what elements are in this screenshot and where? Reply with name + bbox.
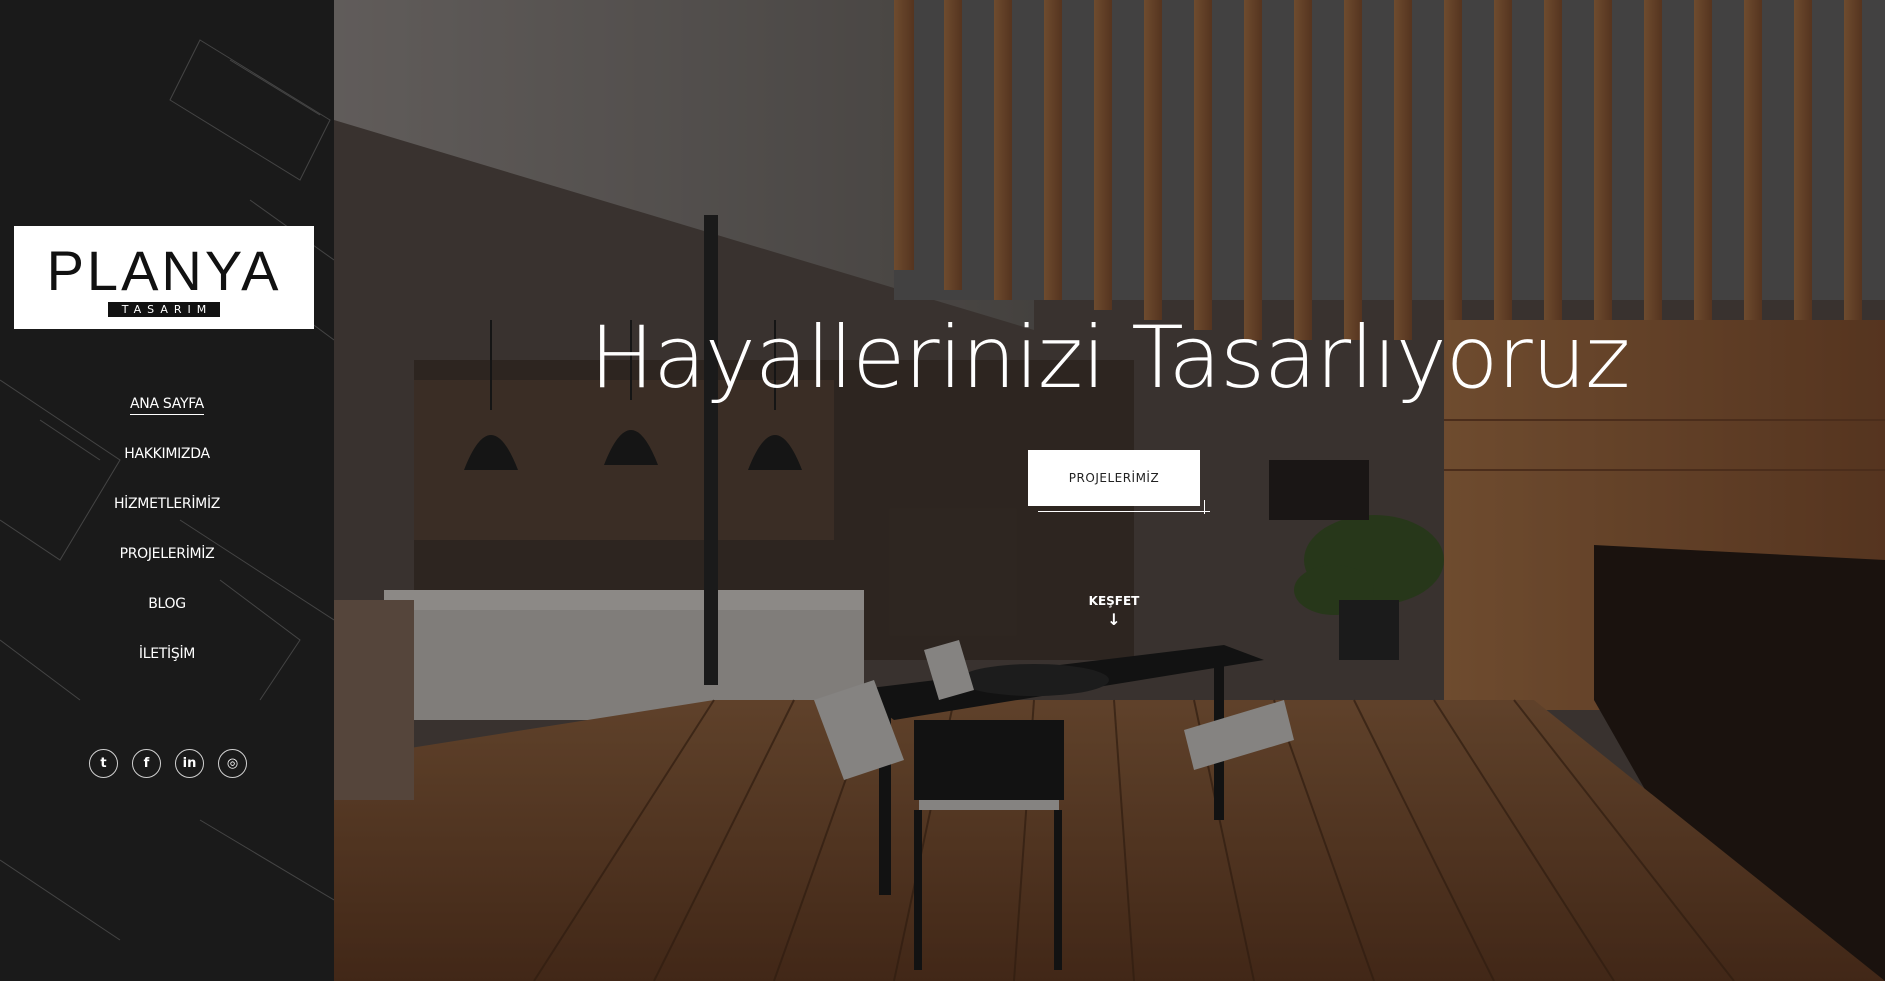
logo-subtitle: TASARIM [107, 301, 221, 317]
nav-item-blog[interactable]: BLOG [0, 592, 334, 642]
linkedin-icon[interactable]: in [175, 749, 204, 778]
nav-label: İLETİŞİM [138, 646, 196, 662]
instagram-icon[interactable]: ◎ [218, 749, 247, 778]
hero-title: Hayallerinizi Tasarlıyoruz [589, 308, 1631, 408]
nav-item-services[interactable]: HİZMETLERİMİZ [0, 492, 334, 542]
button-decor-tick [1204, 500, 1205, 514]
sidebar: PLANYA TASARIM ANA SAYFA HAKKIMIZDA HİZM… [0, 0, 334, 981]
nav-label: ANA SAYFA [130, 396, 204, 415]
nav-label: HAKKIMIZDA [124, 446, 210, 462]
twitter-icon[interactable]: t [89, 749, 118, 778]
main-nav: ANA SAYFA HAKKIMIZDA HİZMETLERİMİZ PROJE… [0, 392, 334, 692]
nav-label: PROJELERİMİZ [119, 546, 215, 562]
logo[interactable]: PLANYA TASARIM [14, 226, 314, 329]
facebook-icon[interactable]: f [132, 749, 161, 778]
nav-item-about[interactable]: HAKKIMIZDA [0, 442, 334, 492]
nav-label: BLOG [148, 596, 186, 612]
explore-link[interactable]: KEŞFET ↓ [1064, 594, 1164, 628]
explore-label: KEŞFET [1088, 594, 1140, 608]
nav-item-home[interactable]: ANA SAYFA [0, 392, 334, 442]
logo-wordmark: PLANYA [46, 238, 282, 302]
arrow-down-icon: ↓ [1107, 610, 1121, 629]
projects-button[interactable]: PROJELERİMİZ [1028, 450, 1200, 506]
nav-item-projects[interactable]: PROJELERİMİZ [0, 542, 334, 592]
button-decor-line [1038, 511, 1210, 512]
hero-section: Hayallerinizi Tasarlıyoruz PROJELERİMİZ … [334, 0, 1885, 981]
nav-label: HİZMETLERİMİZ [113, 496, 221, 512]
social-links: t f in ◎ [0, 749, 334, 778]
nav-item-contact[interactable]: İLETİŞİM [0, 642, 334, 692]
